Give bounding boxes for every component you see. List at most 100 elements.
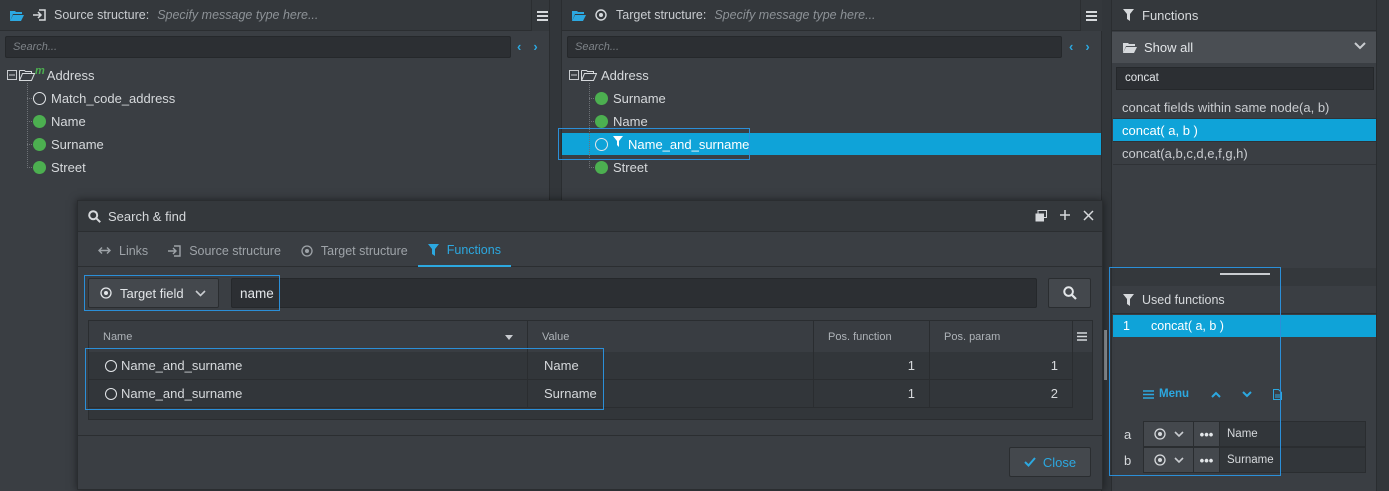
source-item-label: Street	[51, 159, 86, 175]
source-in-icon	[168, 244, 181, 257]
dialog-titlebar[interactable]: Search & find	[78, 201, 1102, 232]
cell-pos-param: 2	[930, 380, 1073, 408]
column-label: Pos. param	[944, 330, 1001, 343]
tab-target-structure[interactable]: Target structure	[291, 234, 418, 267]
collapse-icon[interactable]	[7, 70, 17, 80]
source-item-label: Match_code_address	[51, 90, 176, 106]
sort-desc-icon[interactable]	[505, 335, 513, 340]
search-find-dialog: Search & find Links Source structure Tar…	[77, 200, 1103, 490]
dialog-tabs: Links Source structure Target structure …	[78, 234, 1102, 267]
source-tree-root[interactable]: m Address	[7, 64, 94, 86]
tab-label: Functions	[446, 242, 501, 257]
target-item-label: Street	[613, 159, 648, 175]
column-label: Name	[103, 330, 133, 343]
column-header-pos-param[interactable]: Pos. param	[930, 321, 1073, 352]
target-menu-icon[interactable]	[1080, 0, 1102, 31]
source-tree-item[interactable]: Surname	[33, 133, 104, 155]
tab-label: Links	[119, 243, 149, 258]
close-button-label: Close	[1042, 454, 1077, 470]
splitter-grip[interactable]	[1104, 330, 1107, 380]
source-header: Source structure: Specify message type h…	[0, 0, 549, 31]
functions-search-input[interactable]: concat	[1116, 67, 1374, 90]
column-menu-icon[interactable]	[1073, 321, 1092, 352]
highlight-box	[558, 128, 750, 160]
restore-icon[interactable]	[1035, 210, 1047, 222]
mapped-node-icon	[33, 114, 46, 128]
source-tree-item[interactable]: Name	[33, 110, 86, 132]
tab-label: Target structure	[320, 243, 408, 258]
target-message-type-input[interactable]: Specify message type here...	[714, 8, 875, 22]
chevron-down-icon	[1354, 42, 1366, 50]
source-root-label: Address	[46, 67, 95, 83]
target-title: Target structure:	[616, 8, 707, 22]
link-arrows-icon	[98, 246, 111, 255]
source-title: Source structure:	[54, 8, 150, 22]
close-icon[interactable]	[1083, 210, 1094, 221]
target-structure-panel: Target structure: Specify message type h…	[558, 0, 1102, 200]
mapped-node-icon	[595, 91, 608, 105]
tab-functions[interactable]: Functions	[417, 234, 511, 267]
column-header-pos-function[interactable]: Pos. function	[814, 321, 930, 352]
column-label: Value	[542, 330, 570, 343]
functions-title: Functions	[1142, 7, 1199, 23]
highlight-box	[1109, 267, 1281, 476]
splitter[interactable]	[549, 0, 562, 200]
target-next-icon[interactable]: ›	[1085, 39, 1089, 54]
function-item[interactable]: concat(a,b,c,d,e,f,g,h)	[1113, 142, 1376, 165]
target-header: Target structure: Specify message type h…	[562, 0, 1101, 31]
highlight-box	[85, 348, 604, 410]
target-item-label: Name	[613, 113, 648, 129]
target-item-label: Surname	[613, 90, 666, 106]
source-tree-item[interactable]: Street	[33, 156, 86, 178]
source-message-type-input[interactable]: Specify message type here...	[157, 8, 318, 22]
highlight-box	[84, 275, 280, 311]
folder-icon	[1123, 42, 1137, 53]
footer-divider	[78, 435, 1102, 436]
mapped-node-icon	[33, 137, 46, 151]
source-search-input[interactable]: Search...	[5, 36, 511, 58]
function-item[interactable]: concat fields within same node(a, b)	[1113, 96, 1376, 119]
mapped-node-icon	[595, 114, 608, 128]
search-icon	[88, 209, 101, 223]
dialog-title: Search & find	[108, 208, 187, 224]
functions-filter-dropdown[interactable]: Show all	[1112, 32, 1376, 63]
folder-icon	[581, 69, 597, 81]
source-tree-item[interactable]: Match_code_address	[33, 87, 175, 109]
target-tree-root[interactable]: Address	[569, 64, 649, 86]
search-button[interactable]	[1048, 278, 1091, 308]
check-icon	[1024, 457, 1036, 467]
source-in-icon	[32, 8, 46, 22]
tab-source-structure[interactable]: Source structure	[158, 234, 291, 267]
source-item-label: Name	[51, 113, 86, 129]
mapped-node-icon	[33, 160, 46, 174]
cell-pos-param: 1	[930, 352, 1073, 380]
source-prev-icon[interactable]: ‹	[517, 39, 521, 54]
folder-icon	[19, 69, 35, 81]
tab-links[interactable]: Links	[88, 234, 158, 267]
search-icon	[1062, 286, 1077, 300]
search-query-input[interactable]: name	[231, 278, 1037, 308]
collapse-icon[interactable]	[569, 70, 579, 80]
cell-pos-function: 1	[814, 352, 930, 380]
functions-filter-label: Show all	[1144, 40, 1194, 55]
source-next-icon[interactable]: ›	[533, 39, 537, 54]
target-icon	[594, 8, 608, 22]
cell-pos-function: 1	[814, 380, 930, 408]
filter-icon	[427, 243, 439, 256]
target-tree-item[interactable]: Surname	[595, 87, 666, 109]
source-structure-panel: Source structure: Specify message type h…	[0, 0, 553, 200]
target-search-input[interactable]: Search...	[567, 36, 1062, 58]
mapped-node-icon	[595, 160, 608, 174]
close-button[interactable]: Close	[1009, 447, 1091, 477]
right-edge	[1376, 0, 1389, 491]
tab-label: Source structure	[189, 243, 281, 258]
target-prev-icon[interactable]: ‹	[1069, 39, 1073, 54]
mapped-m-icon: m	[35, 65, 45, 77]
target-root-label: Address	[601, 67, 649, 83]
source-item-label: Surname	[51, 136, 104, 152]
folder-open-icon[interactable]	[572, 8, 586, 22]
folder-open-icon[interactable]	[10, 8, 24, 22]
target-icon	[301, 244, 313, 257]
add-icon[interactable]	[1059, 209, 1071, 221]
function-item-selected[interactable]: concat( a, b )	[1113, 119, 1376, 142]
